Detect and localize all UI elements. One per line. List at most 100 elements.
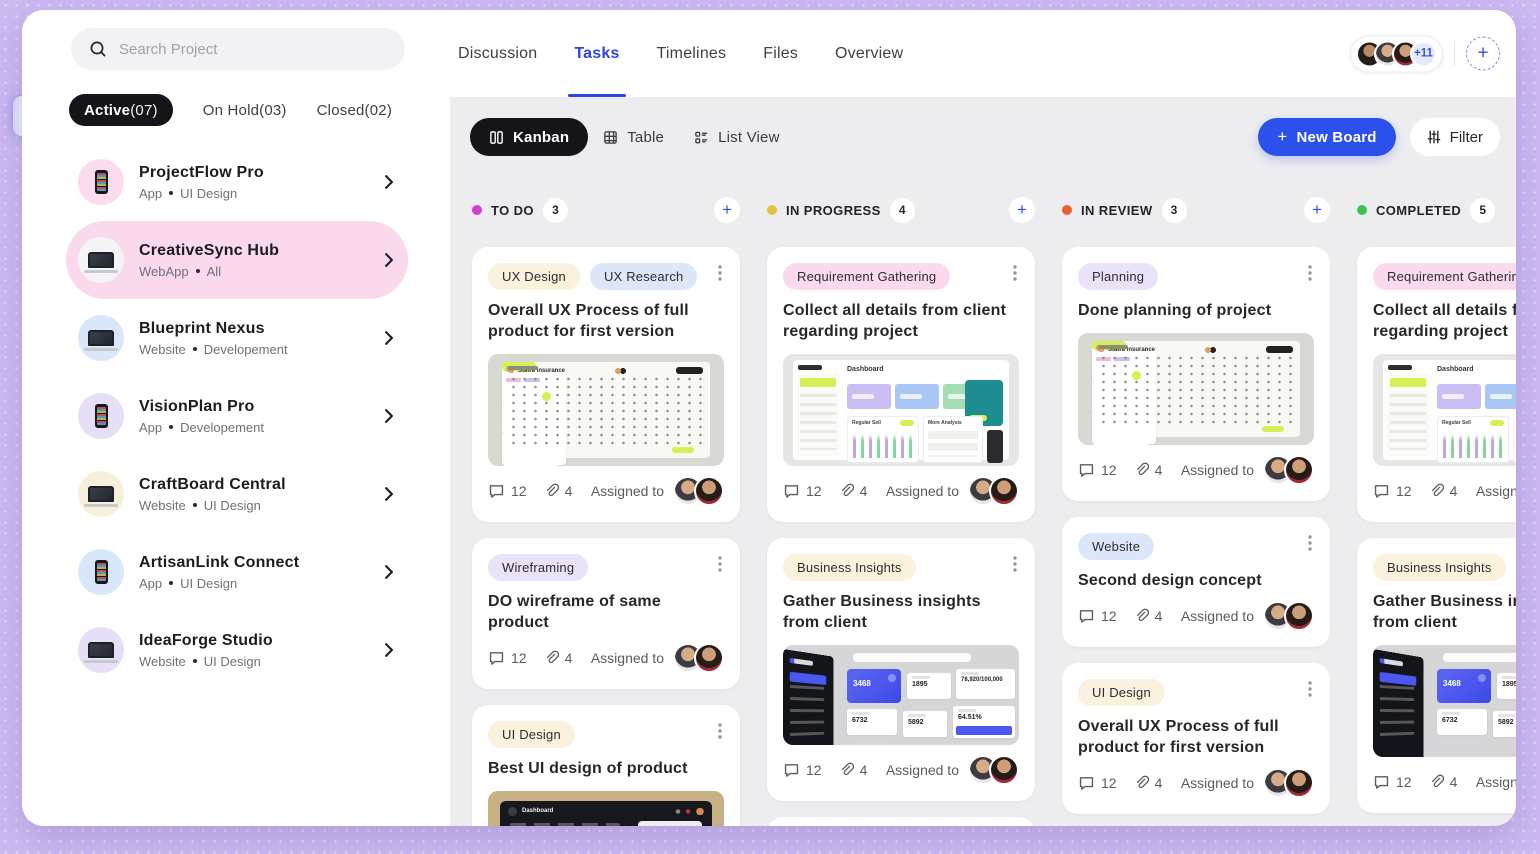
add-card-button[interactable]: + xyxy=(1009,197,1035,223)
card-menu-button[interactable] xyxy=(1302,679,1314,697)
assignees[interactable]: Assigned to xyxy=(886,476,1019,506)
paperclip-icon xyxy=(1133,462,1149,478)
search-input[interactable] xyxy=(119,41,387,58)
comments-count[interactable]: 12 xyxy=(783,762,822,779)
card-title: Collect all details from client regardin… xyxy=(783,300,1019,342)
task-card[interactable]: UI Design Best UI design of product Dash… xyxy=(472,705,740,826)
card-title: Overall UX Process of full product for f… xyxy=(488,300,724,342)
task-card[interactable]: Business Insights Gather Business insigh… xyxy=(1357,538,1516,813)
avatar xyxy=(1284,455,1314,485)
card-attachment-image[interactable]: Dashboard Summary Top 5 products by spen… xyxy=(488,791,724,826)
project-item-blueprint-nexus[interactable]: Blueprint Nexus WebsiteDevelopement xyxy=(66,299,408,377)
assignees[interactable]: Assigned to xyxy=(1476,476,1516,506)
filter-icon xyxy=(1427,130,1441,144)
attachments-count[interactable]: 4 xyxy=(1428,483,1458,499)
tab-discussion[interactable]: Discussion xyxy=(458,10,537,97)
assignees[interactable]: Assigned to xyxy=(1181,455,1314,485)
task-card[interactable]: Requirement Gathering Collect all detail… xyxy=(767,247,1035,522)
column-cards: Requirement Gathering Collect all detail… xyxy=(1357,247,1516,826)
tab-active-projects[interactable]: Active(07) xyxy=(69,94,173,126)
task-card[interactable]: Wireframing DO wireframe of same product… xyxy=(472,538,740,689)
tab-timelines[interactable]: Timelines xyxy=(657,10,727,97)
card-attachment-image[interactable]: 3468 1895 78,920/100,000 6732 5892 64.51… xyxy=(783,645,1019,745)
card-menu-button[interactable] xyxy=(712,721,724,739)
add-card-button[interactable]: + xyxy=(1304,197,1330,223)
members-cluster: +11 + xyxy=(1350,35,1500,72)
task-card[interactable]: Business Insights Gather Business insigh… xyxy=(767,538,1035,801)
attachments-count[interactable]: 4 xyxy=(1133,775,1163,791)
filter-button[interactable]: Filter xyxy=(1410,118,1500,156)
assignees[interactable]: Assigned to xyxy=(1181,768,1314,798)
card-attachment-image[interactable]: Statra Insurance xyxy=(488,354,724,466)
card-attachment-image[interactable]: 3468 1895 78,920/100,000 6732 5892 64.51… xyxy=(1373,645,1516,757)
project-item-craftboard-central[interactable]: CraftBoard Central WebsiteUI Design xyxy=(66,455,408,533)
card-menu-button[interactable] xyxy=(1302,533,1314,551)
project-item-artisanlink-connect[interactable]: ArtisanLink Connect AppUI Design xyxy=(66,533,408,611)
card-title: Gather Business insights from client xyxy=(1373,591,1516,633)
attachments-count[interactable]: 4 xyxy=(838,483,868,499)
comments-count[interactable]: 12 xyxy=(1078,775,1117,792)
tab-files[interactable]: Files xyxy=(763,10,798,97)
card-menu-button[interactable] xyxy=(712,554,724,572)
comments-count[interactable]: 12 xyxy=(1078,608,1117,625)
comments-count[interactable]: 12 xyxy=(1078,462,1117,479)
view-table[interactable]: Table xyxy=(588,118,679,156)
view-list[interactable]: List View xyxy=(679,118,795,156)
assignees[interactable]: Assigned to xyxy=(591,643,724,673)
avatar xyxy=(989,476,1019,506)
tab-overview[interactable]: Overview xyxy=(835,10,903,97)
assignees[interactable]: Assigned to xyxy=(886,755,1019,785)
project-item-creativesync-hub[interactable]: CreativeSync Hub WebAppAll xyxy=(66,221,408,299)
view-kanban[interactable]: Kanban xyxy=(470,118,588,156)
add-card-button[interactable]: + xyxy=(714,197,740,223)
paperclip-icon xyxy=(838,762,854,778)
comments-count[interactable]: 12 xyxy=(1373,483,1412,500)
project-search[interactable] xyxy=(71,28,405,70)
topbar: Discussion Tasks Timelines Files Overvie… xyxy=(450,10,1516,97)
task-card[interactable]: Planning Done planning of project Statra… xyxy=(1062,247,1330,501)
phone-icon xyxy=(78,549,124,595)
attachments-count[interactable]: 4 xyxy=(1133,462,1163,478)
assignees[interactable]: Assigned to xyxy=(1476,767,1516,797)
column-count-badge: 5 xyxy=(1470,198,1495,223)
project-item-ideaforge-studio[interactable]: IdeaForge Studio WebsiteUI Design xyxy=(66,611,408,689)
attachments-count[interactable]: 4 xyxy=(1133,608,1163,624)
comments-count[interactable]: 12 xyxy=(783,483,822,500)
card-menu-button[interactable] xyxy=(1007,263,1019,281)
project-item-visionplan-pro[interactable]: VisionPlan Pro AppDevelopement xyxy=(66,377,408,455)
card-partial[interactable] xyxy=(767,817,1035,826)
task-card[interactable]: UI Design Overall UX Process of full pro… xyxy=(1062,663,1330,814)
member-avatars[interactable]: +11 xyxy=(1350,35,1443,72)
card-menu-button[interactable] xyxy=(1302,263,1314,281)
attachments-count[interactable]: 4 xyxy=(1428,774,1458,790)
task-card[interactable]: UX Design UX Research Overall UX Process… xyxy=(472,247,740,522)
chevron-right-icon xyxy=(384,253,394,267)
card-attachment-image[interactable]: Dashboard Regular Sell More Analysis xyxy=(1373,354,1516,466)
plus-icon: + xyxy=(1017,200,1027,220)
comments-count[interactable]: 12 xyxy=(488,483,527,500)
card-attachment-image[interactable]: Dashboard Regular Sell More Analysis xyxy=(783,354,1019,466)
card-attachment-image[interactable]: Statra Insurance xyxy=(1078,333,1314,445)
assignees[interactable]: Assigned to xyxy=(591,476,724,506)
new-board-button[interactable]: + New Board xyxy=(1258,118,1395,156)
card-menu-button[interactable] xyxy=(712,263,724,281)
comments-count[interactable]: 12 xyxy=(488,650,527,667)
task-card[interactable]: Requirement Gathering Collect all detail… xyxy=(1357,247,1516,522)
assignees[interactable]: Assigned to xyxy=(1181,601,1314,631)
status-dot xyxy=(1357,205,1367,215)
attachments-count[interactable]: 4 xyxy=(543,650,573,666)
main-area: Discussion Tasks Timelines Files Overvie… xyxy=(450,10,1516,826)
add-member-button[interactable]: + xyxy=(1466,37,1500,71)
column-in-review: IN REVIEW 3 + Planning Done planning of … xyxy=(1062,197,1330,826)
attachments-count[interactable]: 4 xyxy=(838,762,868,778)
members-overflow-badge[interactable]: +11 xyxy=(1410,40,1437,67)
comments-count[interactable]: 12 xyxy=(1373,774,1412,791)
task-card[interactable]: Website Second design concept 12 xyxy=(1062,517,1330,647)
attachments-count[interactable]: 4 xyxy=(543,483,573,499)
card-menu-button[interactable] xyxy=(1007,554,1019,572)
tab-closed-projects[interactable]: Closed(02) xyxy=(317,102,392,119)
project-item-projectflow-pro[interactable]: ProjectFlow Pro AppUI Design xyxy=(66,143,408,221)
tab-tasks[interactable]: Tasks xyxy=(574,10,619,97)
tab-onhold-projects[interactable]: On Hold(03) xyxy=(203,102,287,119)
plus-icon: + xyxy=(722,200,732,220)
